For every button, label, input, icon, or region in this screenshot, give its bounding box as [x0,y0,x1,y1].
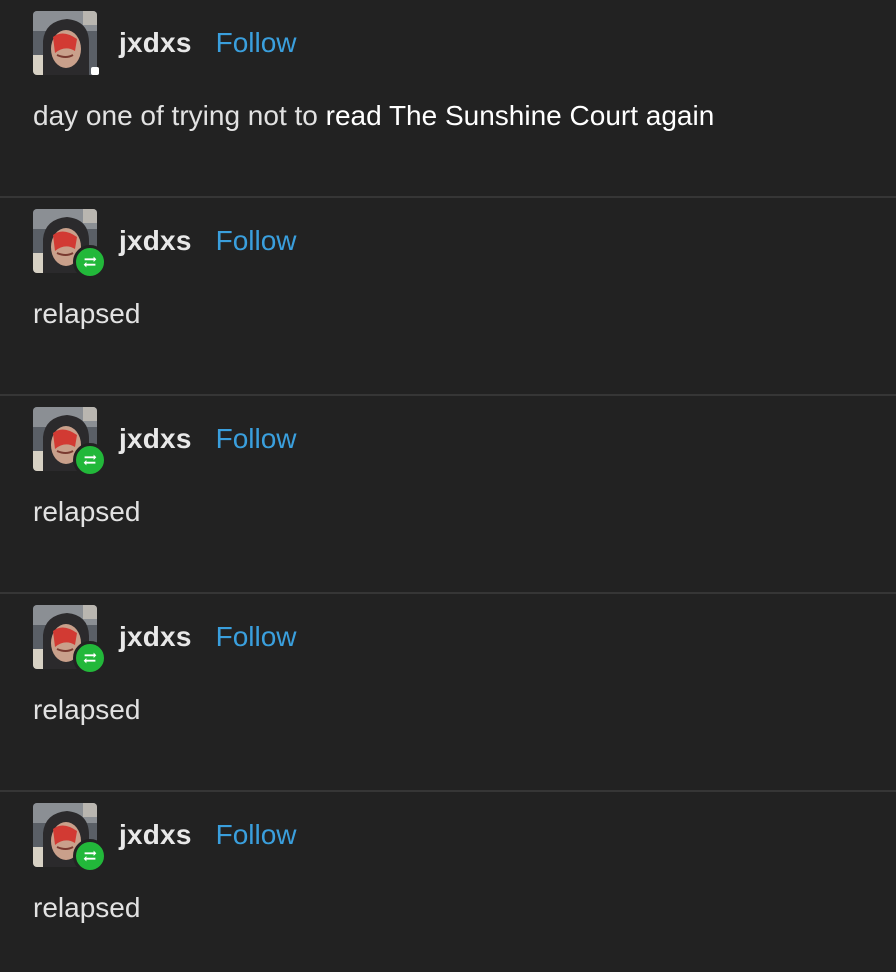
reblog-icon [73,641,107,675]
avatar-status-dot [91,67,99,75]
post-feed: jxdxs Follow day one of trying not to re… [0,0,896,972]
post-header: jxdxs Follow [33,406,297,477]
post-header: jxdxs Follow [33,604,297,675]
avatar[interactable] [33,11,99,75]
post-text: relapsed [33,892,141,923]
post-header: jxdxs Follow [33,208,297,279]
post-text-part1: day one of trying not to [33,100,326,131]
post-header: jxdxs Follow [33,802,297,873]
post: jxdxs Follow relapsed [0,198,896,396]
follow-button[interactable]: Follow [216,621,297,653]
post: jxdxs Follow relapsed [0,396,896,594]
post: jxdxs Follow day one of trying not to re… [0,0,896,198]
reblog-icon [73,443,107,477]
reblog-icon [73,839,107,873]
follow-button[interactable]: Follow [216,225,297,257]
post: jxdxs Follow relapsed [0,594,896,792]
username[interactable]: jxdxs [119,225,192,257]
avatar[interactable] [33,605,107,675]
post-text: relapsed [33,496,141,527]
post: jxdxs Follow relapsed [0,792,896,972]
avatar[interactable] [33,209,107,279]
avatar[interactable] [33,803,107,873]
follow-button[interactable]: Follow [216,819,297,851]
username[interactable]: jxdxs [119,423,192,455]
username[interactable]: jxdxs [119,621,192,653]
avatar-image [33,11,97,75]
post-text: day one of trying not to read The Sunshi… [33,100,714,132]
post-text: relapsed [33,694,141,725]
reblog-icon [73,245,107,279]
follow-button[interactable]: Follow [216,423,297,455]
username[interactable]: jxdxs [119,819,192,851]
follow-button[interactable]: Follow [216,27,297,59]
avatar[interactable] [33,407,107,477]
username[interactable]: jxdxs [119,27,192,59]
post-text-part2: read The Sunshine Court again [325,100,715,131]
post-text: relapsed [33,298,141,329]
post-header: jxdxs Follow [33,10,297,76]
